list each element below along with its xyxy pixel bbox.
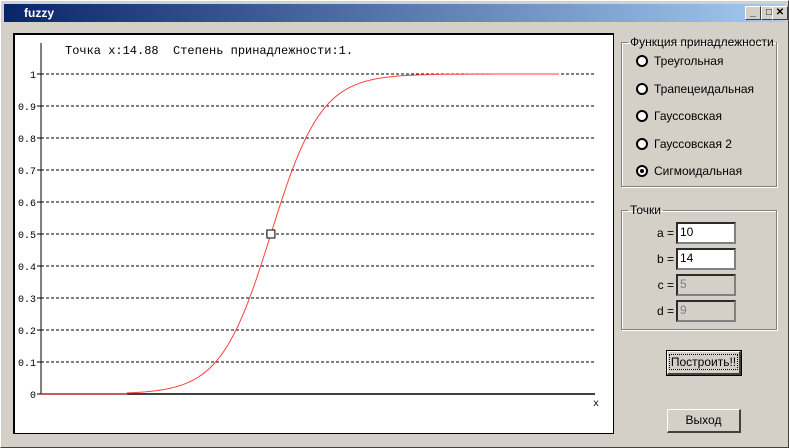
radio-label: Треугольная [654,54,724,68]
radio-label: Гауссовская 2 [654,136,732,151]
title-bar[interactable]: fuzzy _ □ [4,4,785,22]
field-label: d = [656,304,674,318]
radio-option[interactable]: Гауссовская [636,109,722,123]
point-input[interactable]: 10 [676,222,736,244]
points-group-title: Точки [630,203,662,217]
radio-button-icon[interactable] [636,82,648,95]
radio-label: Трапецеидальная [654,81,755,96]
point-field-3: d = 9 [616,300,736,322]
y-tick-label: 0.2 [18,327,36,338]
radio-label: Сигмоидальная [654,164,743,178]
radio-option[interactable]: Трапецеидальная [636,82,754,96]
y-tick-label: 0 [30,391,36,402]
field-label: c = [657,278,674,292]
close-button[interactable]: ✕ [772,6,788,20]
app-window: fuzzy _ □ ✕ Точка x:14.88 Степень принад… [0,0,789,448]
y-tick-label: 0.5 [18,231,36,242]
point-input[interactable]: 14 [676,248,736,270]
radio-option[interactable]: Сигмоидальная [636,164,742,178]
y-tick-label: 0.7 [18,167,36,178]
membership-group: Функция принадлежности Треугольная Трапец… [621,35,777,187]
point-field-1: b = 14 [616,248,736,270]
minimize-button[interactable]: _ [745,6,761,20]
field-label: a = [656,226,674,240]
y-tick-label: 1 [30,71,36,82]
build-button-label: Построить!! [668,354,739,370]
radio-button-icon[interactable] [636,110,648,122]
radio-button-icon[interactable] [636,55,648,67]
y-tick-label: 0.3 [18,295,36,306]
y-tick-label: 0.8 [18,135,36,146]
x-axis-label: x [593,399,599,410]
y-tick-label: 0.9 [18,103,36,114]
membership-chart: Точка x:14.88 Степень принадлежности:1. 0… [18,43,599,410]
build-button[interactable]: Построить!! [666,350,742,376]
point-field-2: c = 5 [616,274,736,296]
y-tick-label: 0.1 [18,359,36,370]
field-label: b = [656,252,674,266]
membership-group-title: Функция принадлежности [630,35,774,49]
y-tick-label: 0.4 [18,263,36,274]
status-text: Точка x:14.88 Степень принадлежности:1. [65,44,353,58]
point-marker [266,229,276,239]
radio-button-icon[interactable] [636,165,648,177]
window-title: fuzzy [24,6,54,20]
points-group: Точки a = 10 b = 14 c = 5 d = 9 [621,203,777,330]
y-tick-label: 0.6 [18,199,36,210]
radio-option[interactable]: Гауссовская 2 [636,137,732,151]
point-field-0: a = 10 [616,222,736,244]
point-input: 9 [676,300,736,322]
radio-option[interactable]: Треугольная [636,54,723,68]
radio-button-icon[interactable] [636,137,648,150]
point-input: 5 [676,274,736,296]
plot-area[interactable]: Точка x:14.88 Степень принадлежности:1. 0… [13,33,614,434]
radio-label: Гауссовская [654,109,722,123]
exit-button[interactable]: Выход [667,409,741,433]
